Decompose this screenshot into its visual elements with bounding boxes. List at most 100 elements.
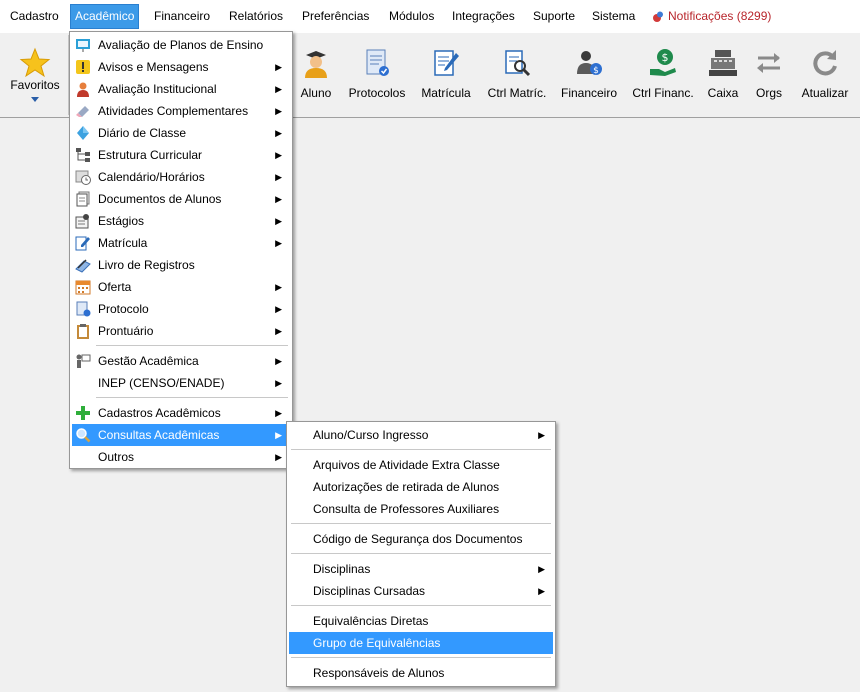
menu-academico[interactable]: Acadêmico: [70, 4, 140, 29]
internship-icon: [75, 214, 89, 229]
menu-item-avaliacao-planos[interactable]: Avaliação de Planos de Ensino: [72, 34, 290, 56]
refresh-icon: [813, 50, 837, 76]
financeiro-button[interactable]: $ Financeiro: [558, 33, 620, 117]
submenu-item-aluno-curso-ingresso[interactable]: Aluno/Curso Ingresso ▶: [289, 424, 553, 446]
submenu-item-codigo-seguranca[interactable]: Código de Segurança dos Documentos: [289, 528, 553, 550]
submenu-item-disciplinas-cursadas[interactable]: Disciplinas Cursadas ▶: [289, 580, 553, 602]
submenu-arrow-icon: ▶: [275, 356, 282, 366]
calendar-clock-icon: [75, 170, 91, 185]
menu-item-calendario-horarios[interactable]: Calendário/Horários ▶: [72, 166, 290, 188]
submenu-arrow-icon: ▶: [538, 430, 545, 440]
student-icon: [305, 51, 327, 78]
submenu-item-consulta-professores[interactable]: Consulta de Professores Auxiliares: [289, 498, 553, 520]
person-icon: [77, 82, 89, 97]
matricula-button[interactable]: Matrícula: [416, 33, 476, 117]
menu-separator: [96, 397, 288, 398]
submenu-item-arquivos-atividade[interactable]: Arquivos de Atividade Extra Classe: [289, 454, 553, 476]
menu-cadastro[interactable]: Cadastro: [6, 5, 63, 28]
submenu-arrow-icon: ▶: [275, 106, 282, 116]
caixa-button[interactable]: Caixa: [702, 33, 744, 117]
menu-item-livro-de-registros[interactable]: Livro de Registros: [72, 254, 290, 276]
menu-item-outros[interactable]: Outros ▶: [72, 446, 290, 468]
menu-item-avisos[interactable]: Avisos e Mensagens ▶: [72, 56, 290, 78]
submenu-item-responsaveis-alunos[interactable]: Responsáveis de Alunos: [289, 662, 553, 684]
submenu-item-disciplinas[interactable]: Disciplinas ▶: [289, 558, 553, 580]
menu-item-label: Atividades Complementares: [98, 104, 249, 118]
menu-item-estrutura-curricular[interactable]: Estrutura Curricular ▶: [72, 144, 290, 166]
menu-item-gestao-academica[interactable]: Gestão Acadêmica ▶: [72, 350, 290, 372]
matricula-label: Matrícula: [421, 86, 471, 100]
atualizar-button[interactable]: Atualizar: [796, 33, 854, 117]
menu-item-label: Cadastros Acadêmicos: [98, 406, 221, 420]
org-chart-icon: [76, 148, 90, 162]
atualizar-label: Atualizar: [801, 86, 849, 100]
svg-text:$: $: [662, 51, 669, 64]
menu-item-label: Documentos de Alunos: [98, 192, 222, 206]
calendar-icon: [75, 280, 91, 295]
menu-item-label: Oferta: [98, 280, 132, 294]
menu-item-protocolo[interactable]: Protocolo ▶: [72, 298, 290, 320]
menu-item-documentos-de-alunos[interactable]: Documentos de Alunos ▶: [72, 188, 290, 210]
enrollment-form-icon: [434, 50, 459, 76]
submenu-arrow-icon: ▶: [275, 62, 282, 72]
menu-item-label: Estágios: [98, 214, 145, 228]
menu-integracoes[interactable]: Integrações: [448, 5, 519, 28]
favoritos-button[interactable]: Favoritos: [4, 33, 66, 117]
menu-item-label: Matrícula: [98, 236, 148, 250]
menu-financeiro[interactable]: Financeiro: [150, 5, 214, 28]
menu-item-cadastros-academicos[interactable]: Cadastros Acadêmicos ▶: [72, 402, 290, 424]
menu-separator: [291, 657, 551, 658]
menu-item-label: Equivalências Diretas: [313, 614, 429, 628]
menu-suporte[interactable]: Suporte: [529, 5, 579, 28]
menu-item-label: Código de Segurança dos Documentos: [313, 532, 523, 546]
ctrl-financ-button[interactable]: $ Ctrl Financ.: [628, 33, 698, 117]
menu-item-matricula[interactable]: Matrícula ▶: [72, 232, 290, 254]
diamond-icon: [77, 126, 89, 140]
menu-item-label: Protocolo: [98, 302, 149, 316]
notifications-link[interactable]: Notificações (8299): [652, 5, 771, 28]
submenu-arrow-icon: ▶: [275, 216, 282, 226]
menu-item-avaliacao-institucional[interactable]: Avaliação Institucional ▶: [72, 78, 290, 100]
menu-relatorios[interactable]: Relatórios: [225, 5, 287, 28]
aluno-label: Aluno: [300, 86, 332, 100]
menu-item-label: Consultas Acadêmicas: [98, 428, 220, 442]
orgs-button[interactable]: Orgs: [750, 33, 788, 117]
finance-person-icon: $: [577, 51, 602, 76]
protocolos-label: Protocolos: [348, 86, 406, 100]
protocol-icon: [76, 301, 91, 317]
menu-item-label: Livro de Registros: [98, 258, 195, 272]
enrollment-search-icon: [505, 50, 531, 77]
protocolos-button[interactable]: Protocolos: [344, 33, 410, 117]
menu-modulos[interactable]: Módulos: [385, 5, 438, 28]
clipboard-icon: [77, 324, 89, 339]
menu-item-diario-de-classe[interactable]: Diário de Classe ▶: [72, 122, 290, 144]
aluno-button[interactable]: Aluno: [296, 33, 336, 117]
submenu-arrow-icon: ▶: [538, 586, 545, 596]
menu-sistema[interactable]: Sistema: [588, 5, 639, 28]
menu-separator: [291, 553, 551, 554]
submenu-item-equivalencias-diretas[interactable]: Equivalências Diretas: [289, 610, 553, 632]
menu-item-prontuario[interactable]: Prontuário ▶: [72, 320, 290, 342]
submenu-item-grupo-equivalencias[interactable]: Grupo de Equivalências: [289, 632, 553, 654]
menu-item-label: Aluno/Curso Ingresso: [313, 428, 429, 442]
menu-item-consultas-academicas[interactable]: Consultas Acadêmicas ▶: [72, 424, 290, 446]
consultas-academicas-submenu: Aluno/Curso Ingresso ▶ Arquivos de Ativid…: [286, 421, 556, 687]
dropdown-arrow-icon: [31, 97, 39, 102]
menu-separator: [291, 449, 551, 450]
ctrl-matric-button[interactable]: Ctrl Matríc.: [484, 33, 550, 117]
menu-item-atividades-complementares[interactable]: Atividades Complementares ▶: [72, 100, 290, 122]
menu-item-oferta[interactable]: Oferta ▶: [72, 276, 290, 298]
menu-item-inep[interactable]: INEP (CENSO/ENADE) ▶: [72, 372, 290, 394]
submenu-arrow-icon: ▶: [275, 194, 282, 204]
menu-item-label: INEP (CENSO/ENADE): [98, 376, 225, 390]
menu-preferencias[interactable]: Preferências: [298, 5, 373, 28]
menu-item-label: Autorizações de retirada de Alunos: [313, 480, 500, 494]
notification-bell-icon: [653, 11, 663, 22]
menu-item-estagios[interactable]: Estágios ▶: [72, 210, 290, 232]
submenu-arrow-icon: ▶: [275, 408, 282, 418]
submenu-item-autorizacoes-retirada[interactable]: Autorizações de retirada de Alunos: [289, 476, 553, 498]
eraser-icon: [76, 106, 89, 117]
book-pen-icon: [75, 259, 91, 273]
submenu-arrow-icon: ▶: [275, 282, 282, 292]
menu-item-label: Disciplinas Cursadas: [313, 584, 426, 598]
